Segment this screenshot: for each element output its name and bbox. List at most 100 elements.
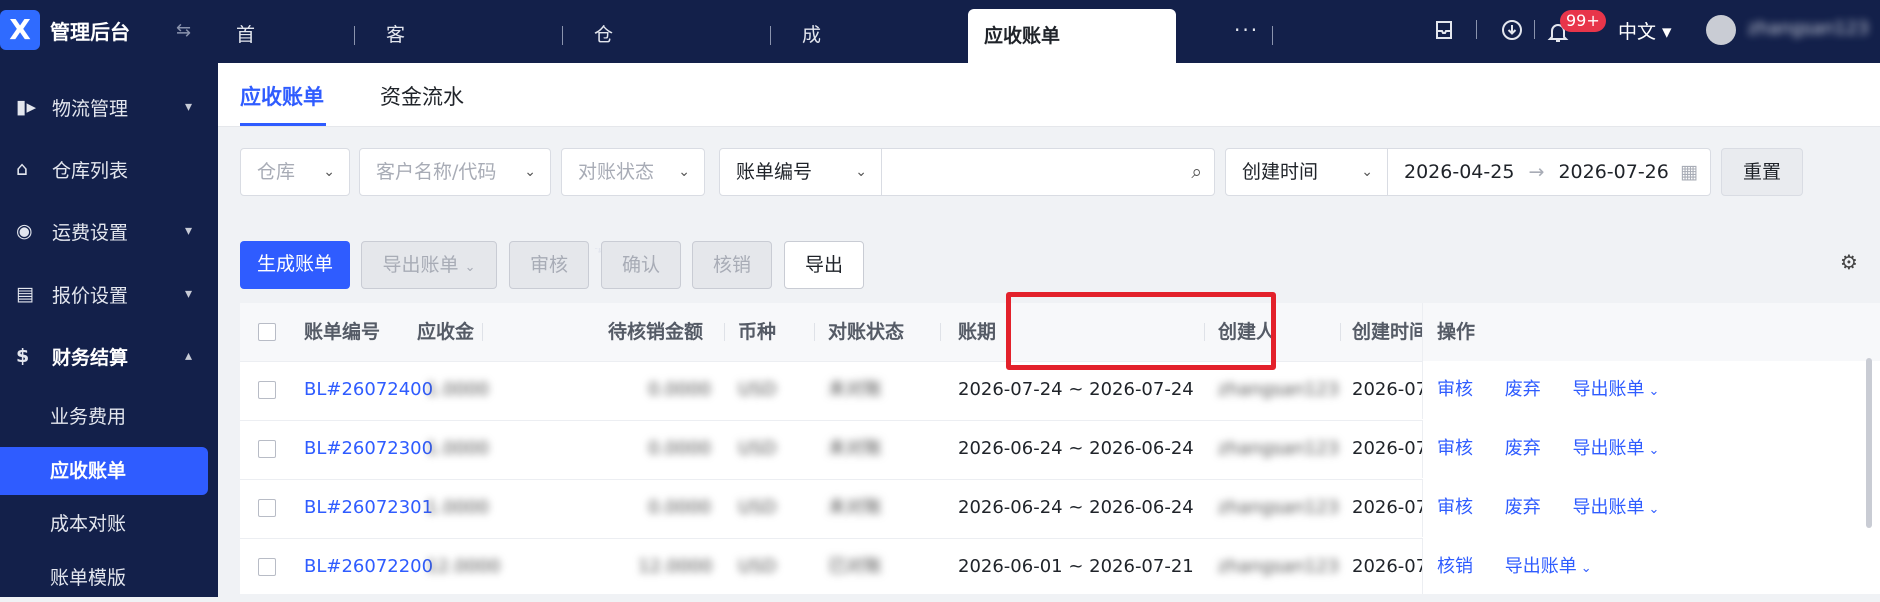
date-to[interactable]: 2026-07-26: [1558, 161, 1668, 183]
creator-cell: zhangsan123: [1218, 497, 1339, 518]
bill-no-link[interactable]: BL#26072300: [304, 420, 433, 478]
discard-link[interactable]: 废弃: [1505, 497, 1541, 518]
sidebar-sub-receivable-bills[interactable]: 应收账单: [0, 447, 208, 495]
sidebar-sub-cost-reconcile[interactable]: 成本对账: [0, 500, 218, 548]
creator-cell: zhangsan123: [1218, 438, 1339, 459]
bill-no-link[interactable]: BL#26072400: [304, 361, 433, 419]
table-scrollbar[interactable]: [1866, 358, 1872, 528]
logo-mark-icon: X: [0, 10, 40, 50]
row-checkbox[interactable]: [258, 558, 276, 576]
sidebar-item-finance[interactable]: $ 财务结算 ▴: [0, 327, 218, 385]
export-button[interactable]: 导出: [784, 241, 864, 289]
generate-bill-button[interactable]: 生成账单: [240, 241, 350, 289]
chevron-down-icon: ⌄: [524, 164, 536, 180]
sidebar-item-logistics[interactable]: ▮▸ 物流管理 ▾: [0, 78, 218, 136]
tab-separator: [1272, 26, 1273, 45]
avatar[interactable]: [1706, 15, 1736, 45]
bill-no-field-label: 账单编号: [736, 161, 813, 183]
sidebar-item-label: 运费设置: [52, 221, 129, 244]
sidebar-item-freight[interactable]: ◉ 运费设置 ▾: [0, 202, 218, 260]
col-bill-no[interactable]: 账单编号: [304, 303, 380, 361]
reset-button[interactable]: 重置: [1721, 148, 1803, 196]
period-cell: 2026-06-24 ~ 2026-06-24: [958, 438, 1194, 459]
audit-button[interactable]: 审核: [509, 241, 589, 289]
tab-customers[interactable]: 客户列表: [370, 0, 405, 256]
warehouse-select-placeholder: 仓库: [257, 161, 296, 183]
date-from[interactable]: 2026-04-25: [1404, 161, 1514, 183]
subtab-fund-flow[interactable]: 资金流水: [380, 81, 464, 111]
sidebar-sub-business-fees[interactable]: 业务费用: [0, 393, 218, 441]
export-bill-link[interactable]: 导出账单: [1505, 556, 1577, 577]
sidebar-item-label: 物流管理: [52, 97, 129, 120]
select-all-checkbox[interactable]: [258, 323, 276, 341]
username[interactable]: zhangsan123: [1748, 18, 1869, 39]
customer-select[interactable]: 客户名称/代码 ⌄: [359, 148, 551, 196]
row-checkbox[interactable]: [258, 381, 276, 399]
bill-no-link[interactable]: BL#26072301: [304, 479, 433, 537]
export-bill-link[interactable]: 导出账单: [1572, 497, 1644, 518]
more-tabs-icon[interactable]: ···: [1234, 18, 1259, 42]
writeoff-link[interactable]: 核销: [1437, 556, 1473, 577]
bill-no-input[interactable]: ⌕: [881, 148, 1215, 196]
sidebar-sub-bill-templates[interactable]: 账单模版: [0, 554, 218, 602]
status-select[interactable]: 对账状态 ⌄: [561, 148, 705, 196]
collapse-sidebar-icon[interactable]: ⇆: [176, 20, 191, 41]
confirm-button[interactable]: 确认: [601, 241, 681, 289]
chevron-down-icon: ⌄: [855, 164, 867, 180]
col-period[interactable]: 账期: [958, 303, 996, 361]
export-bill-dropdown[interactable]: 导出账单 ⌄: [361, 241, 497, 289]
tab-cost-reconcile[interactable]: 成本对账: [786, 0, 821, 256]
search-icon[interactable]: ⌕: [1191, 149, 1202, 195]
discard-link[interactable]: 废弃: [1505, 379, 1541, 400]
warehouse-select[interactable]: 仓库 ⌄: [240, 148, 350, 196]
writeoff-button[interactable]: 核销: [692, 241, 772, 289]
document-icon: ▤: [16, 283, 34, 305]
chevron-down-icon[interactable]: ⌄: [1648, 443, 1659, 458]
status-cell: 未对账: [828, 379, 882, 400]
tab-separator: [770, 26, 771, 45]
date-range-picker[interactable]: 2026-04-25 → 2026-07-26 ▦: [1387, 148, 1711, 196]
status-cell: 已对账: [828, 556, 882, 577]
col-pending[interactable]: 待核销金额: [608, 303, 703, 361]
pending-cell: 0.0000: [648, 379, 711, 400]
language-selector[interactable]: 中文 ▾: [1618, 17, 1672, 44]
col-separator: [482, 323, 483, 341]
chevron-down-icon: ▾: [184, 99, 192, 115]
column-settings-icon[interactable]: ⚙: [1840, 250, 1858, 274]
created-cell: 2026-07-: [1352, 379, 1422, 400]
row-checkbox[interactable]: [258, 499, 276, 517]
tab-receivable-bills[interactable]: 应收账单: [968, 9, 1176, 63]
calendar-icon[interactable]: ▦: [1680, 149, 1698, 195]
chevron-down-icon[interactable]: ⌄: [1581, 561, 1592, 576]
audit-link[interactable]: 审核: [1437, 497, 1473, 518]
col-amount[interactable]: 应收金额: [406, 303, 474, 361]
col-created[interactable]: 创建时间: [1352, 303, 1428, 361]
inbox-icon[interactable]: [1432, 18, 1456, 42]
download-icon[interactable]: [1500, 18, 1524, 42]
sidebar-item-warehouses[interactable]: ⌂ 仓库列表: [0, 140, 218, 198]
col-currency[interactable]: 币种: [738, 303, 776, 361]
tab-home[interactable]: 首页: [220, 0, 255, 116]
discard-link[interactable]: 废弃: [1505, 438, 1541, 459]
bill-no-field-select[interactable]: 账单编号 ⌄: [719, 148, 882, 196]
export-bill-link[interactable]: 导出账单: [1572, 438, 1644, 459]
currency-cell: USD: [738, 556, 777, 577]
col-status[interactable]: 对账状态: [828, 303, 904, 361]
audit-link[interactable]: 审核: [1437, 438, 1473, 459]
date-type-select[interactable]: 创建时间 ⌄: [1225, 148, 1388, 196]
arrow-right-icon: →: [1528, 161, 1545, 183]
bill-no-link[interactable]: BL#26072200: [304, 538, 433, 594]
audit-link[interactable]: 审核: [1437, 379, 1473, 400]
sidebar-item-label: 报价设置: [52, 284, 129, 307]
row-checkbox[interactable]: [258, 440, 276, 458]
export-bill-link[interactable]: 导出账单: [1572, 379, 1644, 400]
chevron-down-icon[interactable]: ⌄: [1648, 502, 1659, 517]
sidebar-item-quotes[interactable]: ▤ 报价设置 ▾: [0, 265, 218, 323]
status-select-placeholder: 对账状态: [578, 161, 655, 183]
sub-tabs: 应收账单 资金流水: [218, 63, 1880, 127]
created-cell: 2026-07-: [1352, 438, 1422, 459]
export-bill-label: 导出账单: [382, 254, 459, 276]
chevron-down-icon[interactable]: ⌄: [1648, 384, 1659, 399]
tab-warehouses[interactable]: 仓库列表: [578, 0, 613, 256]
subtab-receivable-bills[interactable]: 应收账单: [240, 81, 324, 111]
